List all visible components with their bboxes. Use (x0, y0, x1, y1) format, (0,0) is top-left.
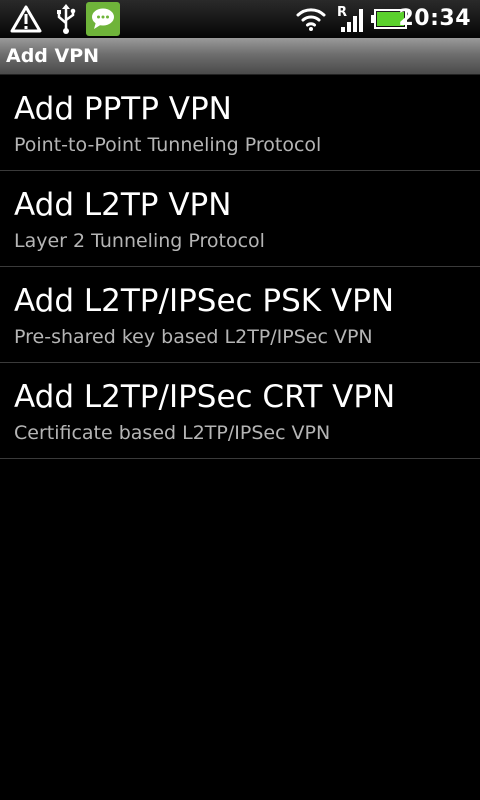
message-notification-icon (86, 2, 120, 36)
list-item-subtitle: Certificate based L2TP/IPSec VPN (14, 422, 331, 444)
usb-icon (57, 4, 76, 34)
list-item-add-l2tp-ipsec-psk-vpn[interactable]: Add L2TP/IPSec PSK VPN Pre-shared key ba… (0, 267, 480, 363)
list-item-title: Add L2TP VPN (14, 187, 232, 223)
list-item-add-l2tp-ipsec-crt-vpn[interactable]: Add L2TP/IPSec CRT VPN Certificate based… (0, 363, 480, 459)
list-item-title: Add PPTP VPN (14, 91, 232, 127)
list-item-subtitle: Point-to-Point Tunneling Protocol (14, 134, 322, 156)
status-time: 20:34 (398, 6, 471, 31)
status-bar: R 20:34 (0, 0, 480, 38)
warning-icon (10, 5, 42, 33)
list-item-title: Add L2TP/IPSec PSK VPN (14, 283, 395, 319)
roaming-signal-icon: R (337, 5, 363, 32)
list-item-add-pptp-vpn[interactable]: Add PPTP VPN Point-to-Point Tunneling Pr… (0, 75, 480, 171)
list-item-add-l2tp-vpn[interactable]: Add L2TP VPN Layer 2 Tunneling Protocol (0, 171, 480, 267)
list-item-subtitle: Pre-shared key based L2TP/IPSec VPN (14, 326, 373, 348)
vpn-type-list: Add PPTP VPN Point-to-Point Tunneling Pr… (0, 75, 480, 459)
svg-text:R: R (337, 5, 347, 20)
title-bar: Add VPN (0, 38, 480, 75)
screen: R 20:34 Add VPN Add PPTP VPN Point-to-Po… (0, 0, 480, 800)
page-title: Add VPN (6, 45, 100, 67)
list-item-subtitle: Layer 2 Tunneling Protocol (14, 230, 265, 252)
wifi-icon (296, 8, 326, 31)
list-item-title: Add L2TP/IPSec CRT VPN (14, 379, 396, 415)
